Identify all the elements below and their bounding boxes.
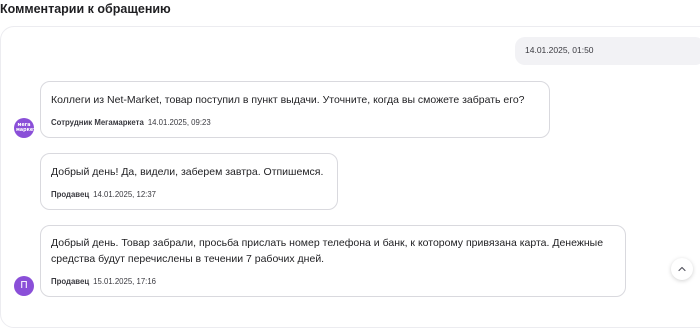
message-text: Коллеги из Net-Market, товар поступил в …	[51, 94, 525, 106]
seller-avatar: П	[14, 276, 34, 296]
message-author: Сотрудник Мегамаркета	[51, 118, 144, 127]
message-time: 15.01.2025, 17:16	[93, 277, 157, 286]
chevron-up-icon	[678, 266, 686, 272]
message-meta: Продавец 15.01.2025, 17:16	[51, 277, 156, 286]
message-time: 14.01.2025, 12:37	[93, 190, 157, 199]
message-time: 14.01.2025, 09:23	[147, 118, 211, 127]
message-time: 14.01.2025, 01:50	[525, 45, 594, 55]
message-text: Добрый день! Да, видели, заберем завтра.…	[51, 166, 324, 178]
message-bubble: Коллеги из Net-Market, товар поступил в …	[40, 81, 550, 138]
message-bubble: Добрый день! Да, видели, заберем завтра.…	[40, 153, 338, 210]
message-meta: Сотрудник Мегамаркета 14.01.2025, 09:23	[51, 118, 211, 127]
message-meta: Продавец 14.01.2025, 12:37	[51, 190, 156, 199]
message-text: Добрый день. Товар забрали, просьба прис…	[51, 237, 604, 265]
message-bubble: Добрый день. Товар забрали, просьба прис…	[40, 225, 626, 297]
scroll-to-top-button[interactable]	[671, 258, 693, 280]
own-message-bubble: 14.01.2025, 01:50	[515, 37, 700, 65]
avatar-logo-text: мега маркет	[16, 123, 36, 133]
message-author: Продавец	[51, 190, 90, 199]
megamarket-avatar: мега маркет	[14, 118, 36, 138]
section-title: Комментарии к обращению	[0, 2, 171, 16]
message-author: Продавец	[51, 277, 90, 286]
